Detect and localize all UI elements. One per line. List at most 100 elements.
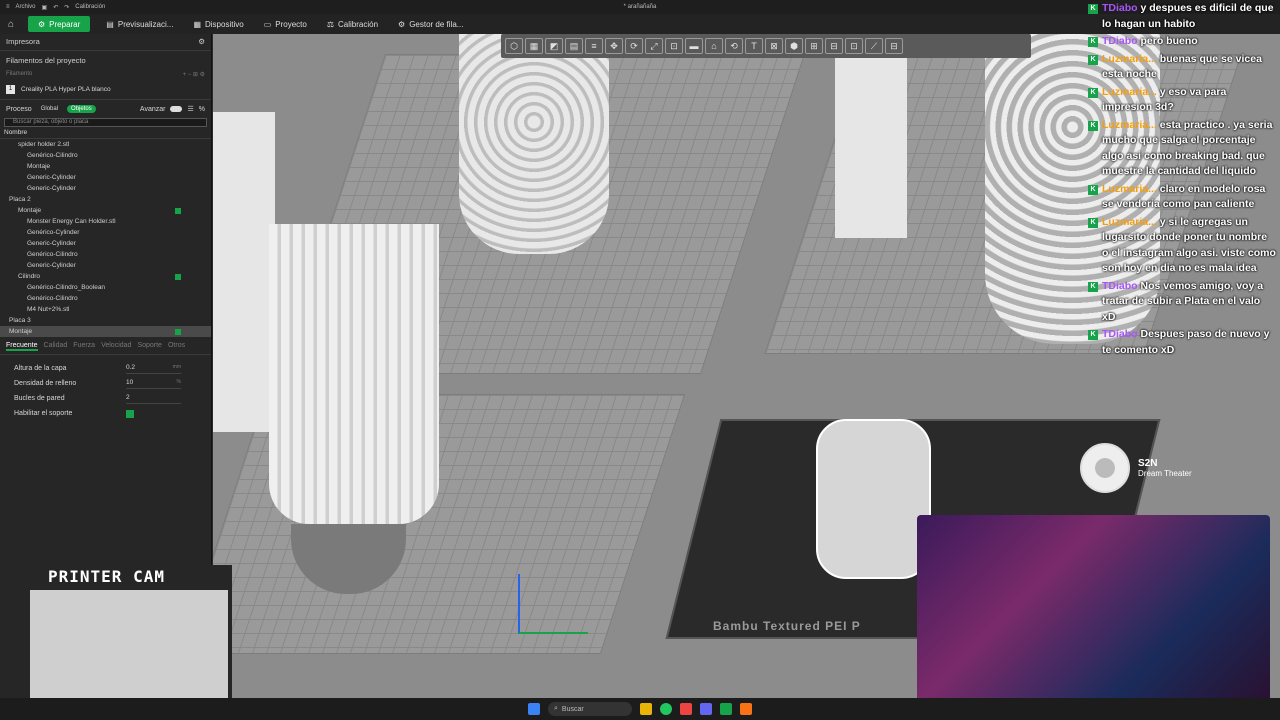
checkbox-icon[interactable] [175,207,181,214]
percent-icon[interactable]: % [199,106,205,113]
tab-preview[interactable]: ▤ Previsualizaci... [96,14,183,34]
tree-item[interactable]: Genérico-Cilindro [0,150,211,161]
kick-badge-icon: K [1088,37,1098,47]
param-input[interactable]: 10% [126,379,181,389]
tree-item[interactable]: Generic-Cylinder [0,260,211,271]
model-lattice-vase[interactable] [459,34,609,254]
tree-item[interactable]: Montaje [0,161,211,172]
redo-icon[interactable]: ↷ [64,4,69,11]
settings-tab[interactable]: Fuerza [73,342,95,351]
global-toggle[interactable]: Global [37,105,62,113]
windows-start-icon[interactable] [528,703,540,715]
toolbar-tool-icon[interactable]: ✥ [605,38,623,54]
toolbar-tool-icon[interactable]: ⊠ [765,38,783,54]
chat-username[interactable]: Luzmaria... [1102,119,1157,131]
toolbar-tool-icon[interactable]: ⟳ [625,38,643,54]
toolbar-tool-icon[interactable]: ⊡ [665,38,683,54]
tree-item[interactable]: Placa 3 [0,315,211,326]
objects-toggle[interactable]: Objetos [67,105,96,113]
settings-tab[interactable]: Frecuente [6,342,38,351]
tab-queue[interactable]: ⚙ Gestor de fila... [388,14,473,34]
chat-username[interactable]: Luzmaria... [1102,86,1157,98]
tree-item[interactable]: Monster Energy Can Holder.stl [0,216,211,227]
filament-item[interactable]: 1 Creality PLA Hyper PLA blanco [0,81,211,97]
support-checkbox[interactable] [126,409,134,418]
home-icon[interactable]: ⌂ [0,14,22,34]
tree-item[interactable]: spider holder 2.stl [0,139,211,150]
checkbox-icon[interactable] [175,328,181,335]
chat-username[interactable]: Luzmaria... [1102,216,1157,228]
toolbar-tool-icon[interactable]: ⌂ [705,38,723,54]
chat-message: K TDiabo pero bueno [1084,33,1280,51]
toolbar-tool-icon[interactable]: ◩ [545,38,563,54]
toolbar-tool-icon[interactable]: ⤢ [645,38,663,54]
toolbar-tool-icon[interactable]: ▬ [685,38,703,54]
app-menu-icon[interactable]: ≡ [6,4,10,10]
toolbar-tool-icon[interactable]: ⟲ [725,38,743,54]
tree-item[interactable]: Montaje [0,205,211,216]
tree-item[interactable]: Genérico-Cylinder [0,227,211,238]
folder-icon[interactable] [640,703,652,715]
settings-icon[interactable]: ⚙ [198,37,205,46]
toolbar-tool-icon[interactable]: ⊞ [805,38,823,54]
toolbar-tool-icon[interactable]: ▦ [525,38,543,54]
tree-item[interactable]: Generic-Cylinder [0,183,211,194]
tree-item[interactable]: M4 Nut+2%.stl [0,304,211,315]
toolbar-tool-icon[interactable]: T [745,38,763,54]
tab-project[interactable]: ▭ Proyecto [254,14,317,34]
tree-item[interactable]: Montaje [0,326,211,337]
menu-file[interactable]: Archivo [16,4,36,10]
tree-item[interactable]: Generic-Cylinder [0,238,211,249]
taskbar-search[interactable]: ⌕ Buscar [548,702,632,716]
tree-item[interactable]: Genérico-Cilindro_Boolean [0,282,211,293]
chat-username[interactable]: TDiabo [1102,35,1138,47]
stream-chat: K TDiabo y despues es dificil de que lo h… [1084,0,1280,430]
list-icon[interactable]: ☰ [187,105,193,113]
slicer-icon[interactable] [720,703,732,715]
brave-icon[interactable] [680,703,692,715]
tree-item[interactable]: Placa 2 [0,194,211,205]
toolbar-tool-icon[interactable]: ⬢ [785,38,803,54]
toolbar-tool-icon[interactable]: ⊟ [825,38,843,54]
param-input[interactable]: 0.2 mm [126,364,181,374]
undo-icon[interactable]: ↶ [53,4,58,11]
model-tall-box[interactable] [213,112,275,432]
toolbar-tool-icon[interactable]: ≡ [585,38,603,54]
model-ornate-can[interactable] [269,224,439,524]
checkbox-icon[interactable] [175,273,181,280]
tab-device[interactable]: ▦ Dispositivo [183,14,253,34]
chat-username[interactable]: TDiabo [1102,280,1138,292]
toolbar-tool-icon[interactable]: ⬡ [505,38,523,54]
toolbar-tool-icon[interactable]: ▤ [565,38,583,54]
save-icon[interactable]: ▣ [42,4,48,11]
tab-prepare[interactable]: ⚙ Preparar [28,16,91,32]
param-input[interactable]: 2 [126,394,181,404]
filament-controls[interactable]: + − ⊞ ⚙ [183,71,205,78]
tree-item[interactable]: Cilindro [0,271,211,282]
toolbar-tool-icon[interactable]: ⟋ [865,38,883,54]
model-column[interactable] [835,58,907,238]
chat-username[interactable]: TDiabo [1102,2,1138,14]
chat-username[interactable]: Luzmaria... [1102,53,1157,65]
chat-username[interactable]: TDiabo [1102,328,1138,340]
toolbar-tool-icon[interactable]: ⊟ [885,38,903,54]
settings-tab[interactable]: Calidad [44,342,68,351]
spotify-icon[interactable] [660,703,672,715]
app-icon[interactable] [740,703,752,715]
tree-item[interactable]: Generic-Cylinder [0,172,211,183]
printer-section[interactable]: Impresora ⚙ [0,34,211,48]
advanced-toggle[interactable] [170,106,183,112]
settings-tab[interactable]: Otros [168,342,185,351]
menu-calibration[interactable]: Calibración [75,4,105,10]
settings-tab[interactable]: Velocidad [101,342,131,351]
chat-message: K TDiabo Nos vemos amigo, voy a tratar de… [1084,278,1280,327]
search-input[interactable]: Buscar pieza, objeto o placa [4,118,207,127]
tree-item[interactable]: Genérico-Cilindro [0,293,211,304]
tab-calibration[interactable]: ⚖ Calibración [317,14,388,34]
chat-username[interactable]: Luzmaria... [1102,183,1157,195]
toolbar-tool-icon[interactable]: ⊡ [845,38,863,54]
discord-icon[interactable] [700,703,712,715]
model-selected-holder[interactable] [816,419,931,579]
settings-tab[interactable]: Soporte [137,342,162,351]
tree-item[interactable]: Genérico-Cilindro [0,249,211,260]
